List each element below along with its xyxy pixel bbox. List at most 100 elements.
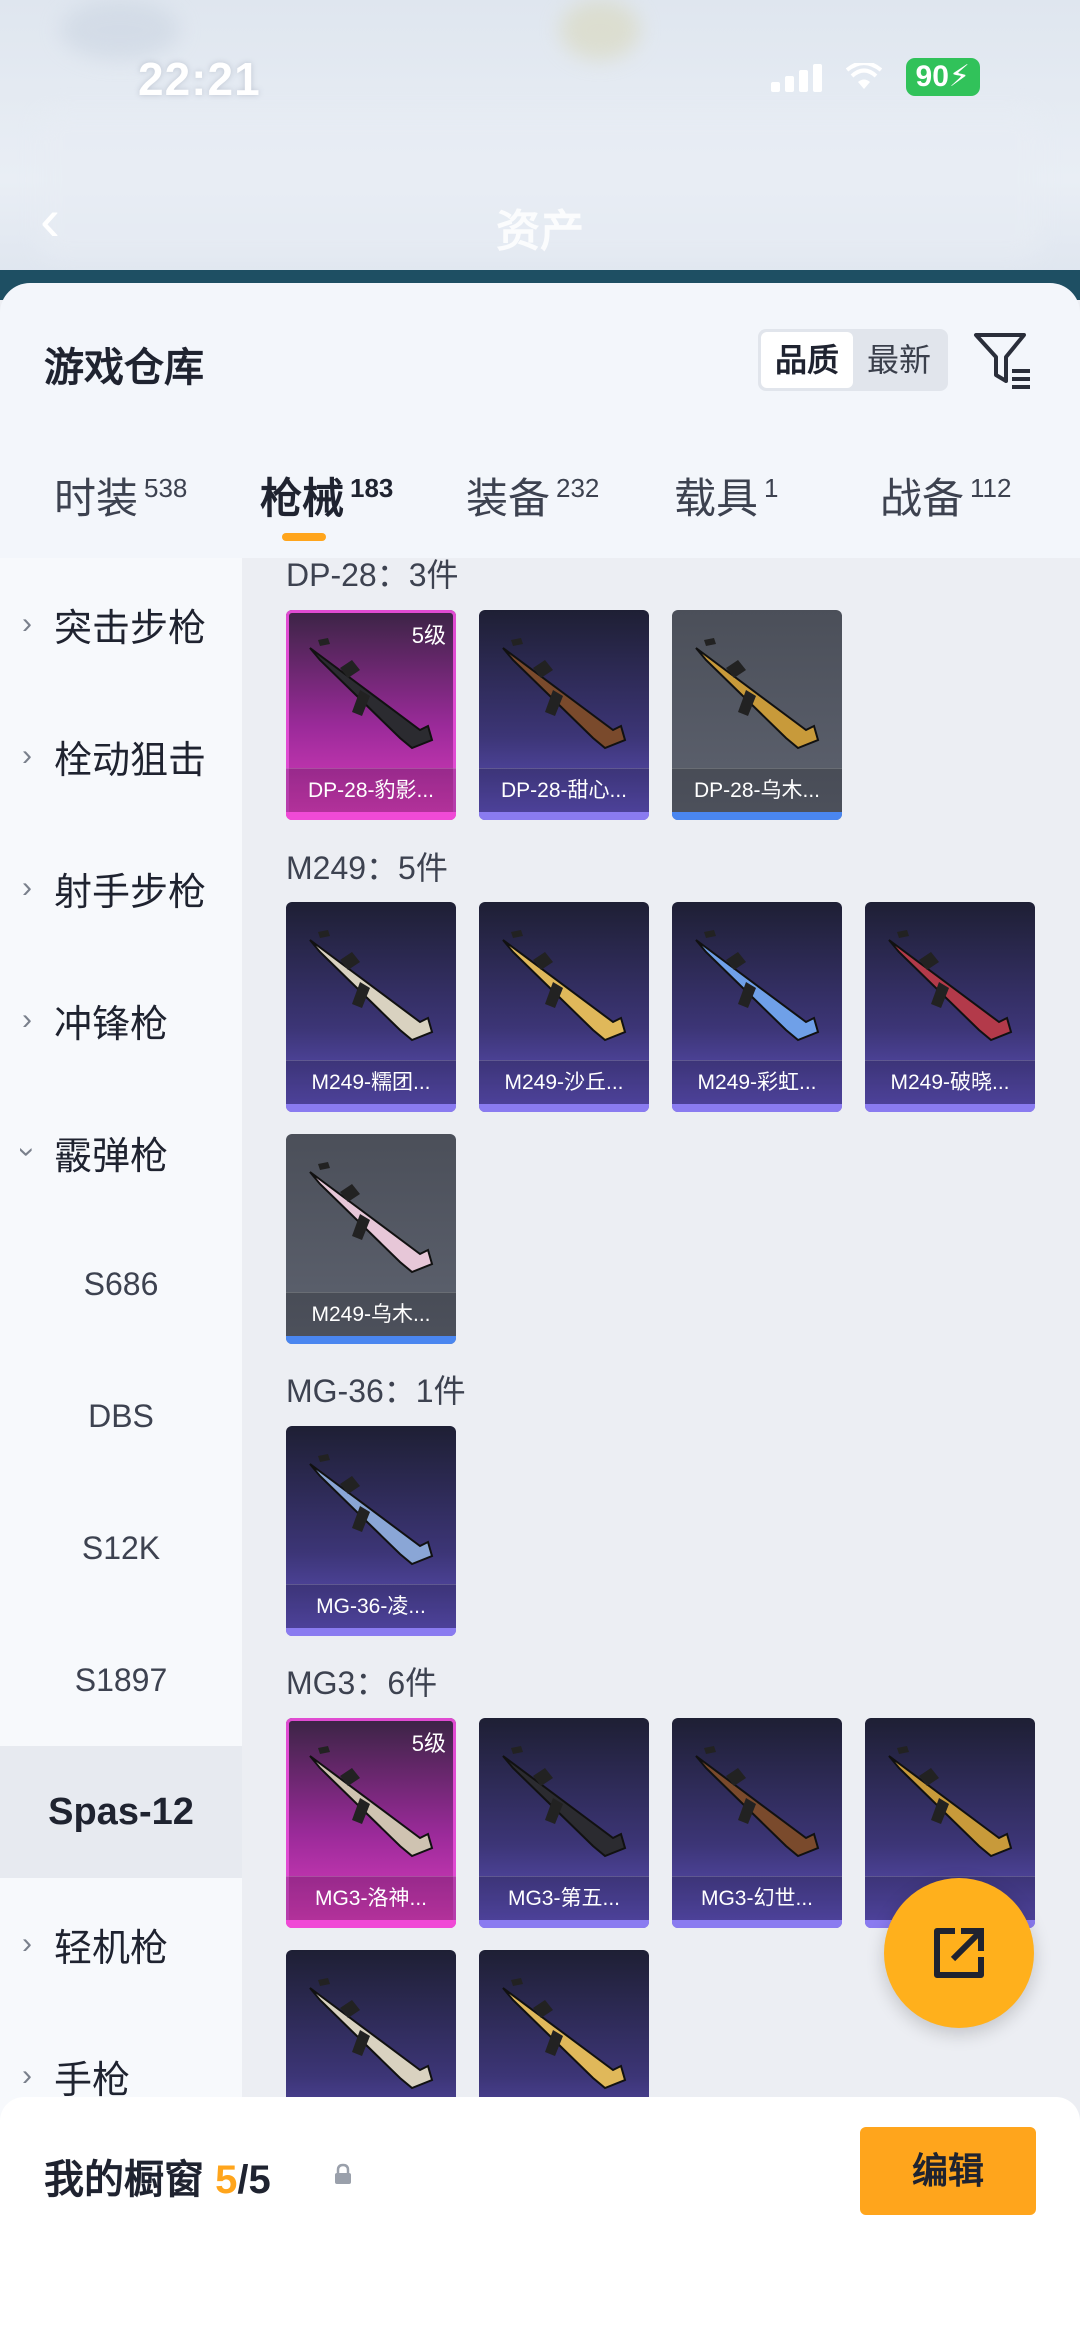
- weapon-image: [502, 1746, 627, 1858]
- weapon-card[interactable]: M249-糯团...: [286, 902, 456, 1112]
- weapon-image: [502, 1978, 627, 2090]
- rarity-bar: [479, 1104, 649, 1112]
- weapon-image: [695, 1746, 820, 1858]
- weapon-name: MG-36-凌...: [286, 1584, 456, 1628]
- wifi-icon: [845, 63, 882, 89]
- weapon-image: [309, 1978, 434, 2090]
- chevron-right-icon: ›: [22, 2059, 32, 2092]
- showcase-title: 我的橱窗 5/5: [44, 2158, 271, 2202]
- rarity-bar: [479, 1920, 649, 1928]
- weapon-card[interactable]: DP-28-乌木...: [672, 610, 842, 820]
- weapon-image: [309, 1454, 434, 1566]
- rarity-bar: [865, 1104, 1035, 1112]
- status-icons: 90⚡: [770, 58, 980, 96]
- weapon-image: [888, 930, 1013, 1042]
- weapon-image: [502, 638, 627, 750]
- sort-toggle: 品质 最新: [758, 329, 949, 391]
- weapon-name: DP-28-乌木...: [672, 768, 842, 812]
- weapon-name: MG3-洛神...: [286, 1876, 456, 1920]
- weapon-card[interactable]: 5级 DP-28-豹影...: [286, 610, 456, 820]
- rarity-bar: [286, 1104, 456, 1112]
- weapon-name: MG3-第五...: [479, 1876, 649, 1920]
- chevron-right-icon: ›: [22, 1003, 32, 1036]
- sidebar-sub-dbs[interactable]: DBS: [0, 1350, 242, 1482]
- weapon-card[interactable]: DP-28-甜心...: [479, 610, 649, 820]
- status-time: 22:21: [138, 53, 261, 105]
- tab-supplies[interactable]: 战备 112: [880, 465, 1011, 526]
- active-tab-indicator: [282, 533, 326, 541]
- weapon-image: [309, 930, 434, 1042]
- chevron-right-icon: ›: [22, 1927, 32, 1960]
- level-badge: 5级: [411, 623, 446, 648]
- category-tabs: 时装 538 枪械 183 装备 232 载具 1 战备 112: [0, 465, 1080, 555]
- chevron-down-icon: ›: [11, 1147, 44, 1157]
- sort-quality[interactable]: 品质: [761, 332, 854, 388]
- rarity-bar: [286, 1336, 456, 1344]
- weapon-image: [502, 930, 627, 1042]
- edit-button[interactable]: 编辑: [860, 2127, 1036, 2215]
- weapon-name: M249-乌木...: [286, 1292, 456, 1336]
- weapon-card[interactable]: M249-彩虹...: [672, 902, 842, 1112]
- chevron-right-icon: ›: [22, 607, 32, 640]
- weapon-image: [309, 1162, 434, 1274]
- sidebar-item-lmg[interactable]: › 轻机枪: [0, 1878, 242, 2010]
- weapon-name: M249-彩虹...: [672, 1060, 842, 1104]
- showcase-total: /5: [237, 2158, 271, 2202]
- share-external-icon: [934, 1928, 984, 1978]
- rarity-bar: [672, 812, 842, 820]
- rarity-bar: [672, 1920, 842, 1928]
- weapon-card[interactable]: M249-破晓...: [865, 902, 1035, 1112]
- weapon-name: M249-沙丘...: [479, 1060, 649, 1104]
- signal-icon: [770, 62, 822, 92]
- group-title-dp28: DP-28：3件: [286, 558, 459, 593]
- sidebar-item-bolt-sniper[interactable]: › 栓动狙击: [0, 690, 242, 822]
- weapon-grid: DP-28：3件 5级 DP-28-豹影... DP-28-甜心... DP-28…: [242, 558, 1080, 2341]
- rarity-bar: [286, 812, 456, 820]
- chevron-right-icon: ›: [22, 739, 32, 772]
- chevron-right-icon: ›: [22, 871, 32, 904]
- sidebar-sub-spas12[interactable]: Spas-12: [0, 1746, 242, 1878]
- lock-icon: [335, 2163, 351, 2184]
- weapon-image: [695, 930, 820, 1042]
- rarity-bar: [286, 1920, 456, 1928]
- group-title-m249: M249：5件: [286, 850, 448, 886]
- warehouse-panel: 游戏仓库 品质 最新 时装 538 枪械 183 装备 232 载具 1 战备 112 ›…: [0, 283, 1080, 2341]
- showcase-count: 5: [215, 2158, 238, 2202]
- sidebar-sub-s12k[interactable]: S12K: [0, 1482, 242, 1614]
- panel-title: 游戏仓库: [44, 346, 204, 390]
- weapon-card[interactable]: 5级 MG3-洛神...: [286, 1718, 456, 1928]
- sidebar-item-assault-rifle[interactable]: › 突击步枪: [0, 558, 242, 690]
- weapon-image: [888, 1746, 1013, 1858]
- group-title-mg36: MG-36：1件: [286, 1373, 466, 1409]
- weapon-name: M249-糯团...: [286, 1060, 456, 1104]
- nav-title: 资产: [496, 207, 584, 256]
- sidebar: › 突击步枪 › 栓动狙击 › 射手步枪 › 冲锋枪 › 霰弹枪 S686 DBS S12…: [0, 558, 242, 2341]
- rarity-bar: [479, 812, 649, 820]
- group-title-mg3: MG3：6件: [286, 1665, 438, 1701]
- sidebar-sub-s1897[interactable]: S1897: [0, 1614, 242, 1746]
- rarity-bar: [286, 1628, 456, 1636]
- tab-vehicles[interactable]: 载具 1: [674, 465, 778, 526]
- filter-icon[interactable]: [972, 329, 1034, 391]
- sort-newest[interactable]: 最新: [853, 332, 945, 388]
- battery-indicator: 90⚡: [905, 58, 980, 96]
- weapon-card[interactable]: MG-36-凌...: [286, 1426, 456, 1636]
- sidebar-item-smg[interactable]: › 冲锋枪: [0, 954, 242, 1086]
- weapon-card[interactable]: M249-沙丘...: [479, 902, 649, 1112]
- sidebar-sub-s686[interactable]: S686: [0, 1218, 242, 1350]
- weapon-card[interactable]: MG3-第五...: [479, 1718, 649, 1928]
- sidebar-item-shotgun[interactable]: › 霰弹枪: [0, 1086, 242, 1218]
- weapon-name: MG3-幻世...: [672, 1876, 842, 1920]
- weapon-card[interactable]: M249-乌木...: [286, 1134, 456, 1344]
- tab-equipment[interactable]: 装备 232: [466, 465, 599, 526]
- weapon-name: DP-28-豹影...: [286, 768, 456, 812]
- tab-fashion[interactable]: 时装 538: [54, 465, 187, 526]
- weapon-name: DP-28-甜心...: [479, 768, 649, 812]
- share-button[interactable]: [884, 1878, 1034, 2028]
- rarity-bar: [672, 1104, 842, 1112]
- weapon-card[interactable]: MG3-幻世...: [672, 1718, 842, 1928]
- level-badge: 5级: [411, 1731, 446, 1756]
- tab-firearms[interactable]: 枪械 183: [260, 465, 393, 526]
- sidebar-item-marksman-rifle[interactable]: › 射手步枪: [0, 822, 242, 954]
- showcase-bar: 我的橱窗 5/5 编辑: [0, 2097, 1080, 2341]
